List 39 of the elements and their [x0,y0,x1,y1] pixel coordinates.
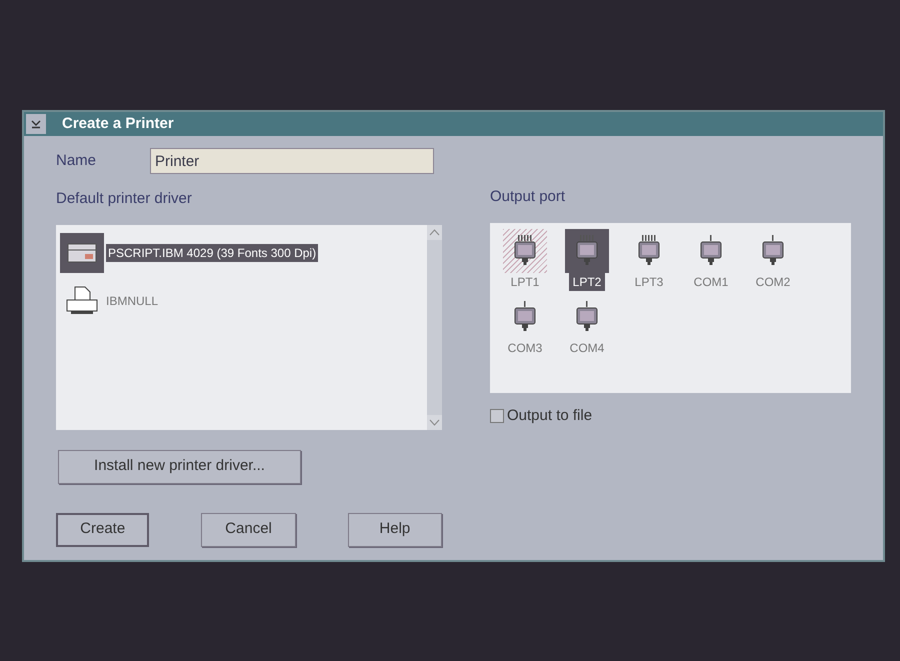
name-label: Name [56,150,98,171]
port-item[interactable]: COM1 [680,228,742,290]
port-name: LPT3 [634,274,664,290]
printer-icon [575,234,599,266]
port-item[interactable]: COM4 [556,294,618,356]
driver-item[interactable]: PSCRIPT.IBM 4029 (39 Fonts 300 Dpi) [60,232,427,272]
printer-icon [637,234,661,266]
dialog-button[interactable]: Help [348,512,442,546]
window-title: Create a Printer [62,114,174,134]
install-driver-button[interactable]: Install new printer driver... [58,450,301,484]
scrollbar[interactable] [427,224,442,430]
port-label: Output port [490,187,566,207]
dialog-button[interactable]: Cancel [201,512,296,546]
printer-icon [575,300,599,332]
port-name: COM3 [506,340,544,356]
printer-icon [67,240,97,264]
port-name: LPT2 [568,272,606,290]
checkbox-label: Output to file [507,406,592,426]
chevron-icon [31,119,41,129]
port-name: LPT1 [510,274,540,290]
port-name: COM1 [692,274,730,290]
printer-icon [761,234,785,266]
driver-label: Default printer driver [56,189,193,209]
driver-name: IBMNULL [106,292,158,310]
system-menu-button[interactable] [26,114,46,134]
port-name: COM4 [568,340,606,356]
port-name: COM2 [754,274,792,290]
printer-icon [65,286,99,316]
printer-icon [699,234,723,266]
driver-name: PSCRIPT.IBM 4029 (39 Fonts 300 Dpi) [106,244,318,262]
driver-item[interactable]: IBMNULL [60,280,427,320]
name-field[interactable]: Printer [150,148,434,174]
port-item[interactable]: COM2 [742,228,804,290]
checkbox[interactable] [490,408,504,423]
dialog-button[interactable]: Create [56,512,150,546]
port-item[interactable]: LPT3 [618,228,680,290]
port-item[interactable]: COM3 [494,294,556,356]
printer-icon [513,300,537,332]
printer-icon [513,234,537,266]
